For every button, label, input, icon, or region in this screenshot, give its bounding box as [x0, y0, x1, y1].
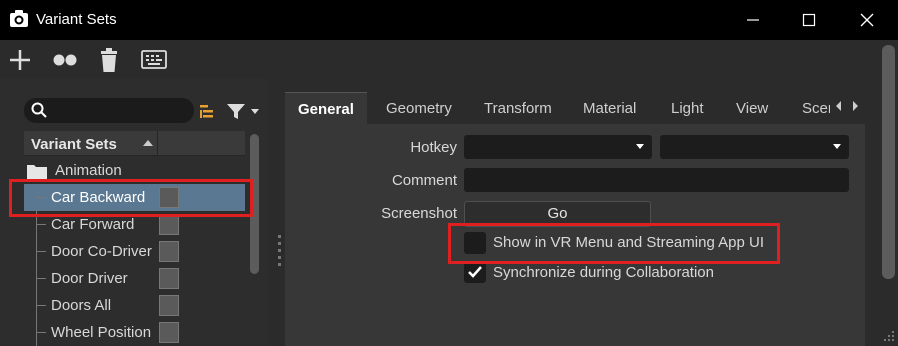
tree-group-label: Animation	[55, 162, 122, 179]
sort-ascending-icon	[143, 140, 153, 146]
variant-group-icon[interactable]	[51, 46, 79, 74]
tree-item[interactable]: Wheel Position	[24, 319, 245, 346]
variant-tree: Variant Sets Animation Car Backward Car …	[24, 131, 245, 346]
sync-label: Synchronize during Collaboration	[493, 264, 714, 281]
column-separator	[157, 131, 158, 156]
thumbnail-icon	[159, 214, 179, 235]
thumbnail-icon	[159, 241, 179, 262]
chevron-down-icon	[833, 144, 841, 149]
tab-bar: General Geometry Transform Material Ligh…	[285, 92, 865, 125]
tab-light[interactable]: Light	[671, 100, 704, 117]
tree-header[interactable]: Variant Sets	[24, 131, 245, 156]
comment-field[interactable]	[464, 168, 849, 192]
hotkey-combo-1[interactable]	[464, 135, 652, 159]
tab-transform[interactable]: Transform	[484, 100, 552, 117]
tree-item[interactable]: Door Driver	[24, 265, 245, 292]
camera-icon	[10, 10, 28, 27]
keyboard-icon[interactable]	[140, 46, 168, 74]
tab-geometry[interactable]: Geometry	[386, 100, 452, 117]
comment-label: Comment	[391, 172, 457, 189]
thumbnail-icon	[159, 322, 179, 343]
tree-item-label: Door Co-Driver	[51, 243, 152, 260]
main-scrollbar[interactable]	[879, 40, 898, 346]
tree-item[interactable]: Doors All	[24, 292, 245, 319]
hotkey-combo-2[interactable]	[660, 135, 849, 159]
hotkey-label: Hotkey	[410, 139, 457, 156]
tree-item-label: Wheel Position	[51, 324, 152, 341]
delete-icon[interactable]	[95, 46, 123, 74]
tree-item-label: Car Forward	[51, 216, 135, 233]
minimize-icon[interactable]	[743, 10, 763, 30]
tree-item-label: Door Driver	[51, 270, 128, 287]
search-input[interactable]	[52, 102, 188, 119]
tree-item[interactable]: Door Co-Driver	[24, 238, 245, 265]
highlight-box	[9, 179, 253, 217]
close-icon[interactable]	[857, 10, 877, 30]
main-scrollbar-thumb[interactable]	[882, 45, 895, 279]
maximize-icon[interactable]	[799, 10, 819, 30]
tab-scroll-arrows[interactable]	[833, 100, 863, 112]
thumbnail-icon	[159, 295, 179, 316]
tree-sort-icon[interactable]	[198, 102, 216, 120]
resize-grip-icon[interactable]	[880, 328, 896, 344]
add-icon[interactable]	[6, 46, 34, 74]
properties-panel: General Geometry Transform Material Ligh…	[285, 92, 865, 346]
tab-scene[interactable]: Scen	[802, 100, 830, 117]
tree-item-label: Doors All	[51, 297, 112, 314]
tab-general[interactable]: General	[285, 92, 367, 125]
sync-checkbox[interactable]	[464, 261, 486, 283]
window-title: Variant Sets	[36, 11, 117, 28]
tree-header-label: Variant Sets	[31, 136, 117, 153]
search-box[interactable]	[24, 98, 194, 123]
filter-icon[interactable]	[226, 102, 262, 120]
title-bar: Variant Sets	[0, 0, 898, 40]
chevron-down-icon	[636, 144, 644, 149]
tab-view[interactable]: View	[736, 100, 768, 117]
highlight-box	[448, 223, 780, 264]
toolbar	[0, 40, 898, 79]
screenshot-label: Screenshot	[381, 205, 457, 222]
folder-icon	[27, 165, 47, 179]
splitter-handle[interactable]	[278, 235, 281, 267]
tree-scrollbar[interactable]	[247, 131, 260, 346]
checkmark-icon	[468, 266, 482, 278]
thumbnail-icon	[159, 268, 179, 289]
tab-material[interactable]: Material	[583, 100, 636, 117]
search-icon	[31, 102, 47, 118]
